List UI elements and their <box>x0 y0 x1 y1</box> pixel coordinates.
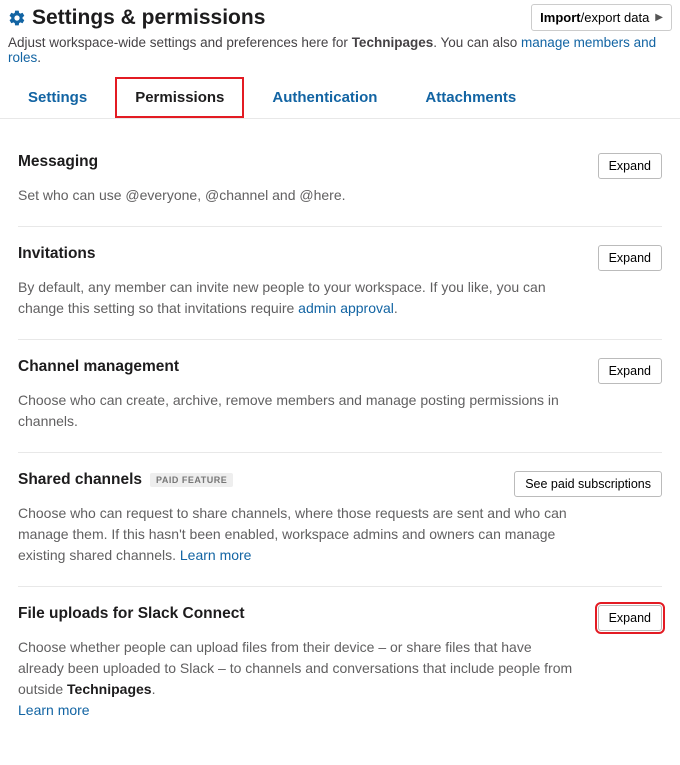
section-desc: Choose who can create, archive, remove m… <box>18 390 578 432</box>
expand-button-file-uploads[interactable]: Expand <box>598 605 662 631</box>
tab-settings[interactable]: Settings <box>8 77 107 118</box>
section-title: Channel management <box>18 358 179 376</box>
section-desc: Set who can use @everyone, @channel and … <box>18 185 578 206</box>
tab-permissions[interactable]: Permissions <box>115 77 244 118</box>
page-title: Settings & permissions <box>32 6 265 30</box>
see-paid-subscriptions-button[interactable]: See paid subscriptions <box>514 471 662 497</box>
chevron-right-icon: ▶ <box>655 12 663 23</box>
learn-more-link[interactable]: Learn more <box>180 547 252 563</box>
expand-button-channel[interactable]: Expand <box>598 358 662 384</box>
import-export-button[interactable]: Import/export data ▶ <box>531 4 672 31</box>
section-desc: By default, any member can invite new pe… <box>18 277 578 319</box>
section-messaging: Messaging Expand Set who can use @everyo… <box>18 129 662 226</box>
section-shared-channels: Shared channels PAID FEATURE See paid su… <box>18 452 662 586</box>
expand-button-messaging[interactable]: Expand <box>598 153 662 179</box>
section-desc: Choose who can request to share channels… <box>18 503 578 566</box>
section-title: Invitations <box>18 245 96 263</box>
section-title: File uploads for Slack Connect <box>18 605 245 623</box>
section-invitations: Invitations Expand By default, any membe… <box>18 226 662 339</box>
section-title: Shared channels <box>18 471 142 489</box>
learn-more-link[interactable]: Learn more <box>18 702 90 718</box>
section-channel-management: Channel management Expand Choose who can… <box>18 339 662 452</box>
tab-attachments[interactable]: Attachments <box>405 77 536 118</box>
gear-icon <box>8 9 26 27</box>
page-subtitle: Adjust workspace-wide settings and prefe… <box>0 31 680 77</box>
tabs: Settings Permissions Authentication Atta… <box>0 77 680 119</box>
section-desc: Choose whether people can upload files f… <box>18 637 578 721</box>
section-file-uploads: File uploads for Slack Connect Expand Ch… <box>18 586 662 741</box>
paid-feature-badge: PAID FEATURE <box>150 473 233 487</box>
admin-approval-link[interactable]: admin approval <box>298 300 394 316</box>
tab-authentication[interactable]: Authentication <box>252 77 397 118</box>
section-title: Messaging <box>18 153 98 171</box>
expand-button-invitations[interactable]: Expand <box>598 245 662 271</box>
